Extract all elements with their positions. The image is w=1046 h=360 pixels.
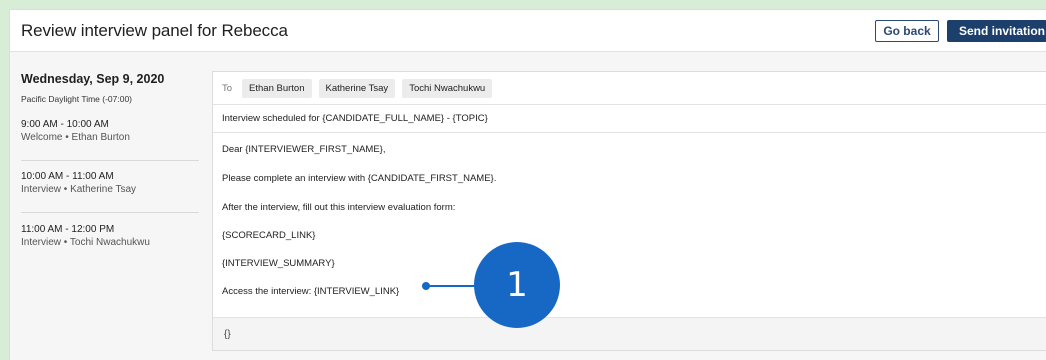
schedule-slot-interview-tochi[interactable]: 11:00 AM - 12:00 PM Interview • Tochi Nw… — [21, 224, 199, 266]
go-back-button[interactable]: Go back — [875, 20, 939, 42]
recipient-chip[interactable]: Tochi Nwachukwu — [402, 78, 493, 98]
header-bar: Review interview panel for Rebecca Go ba… — [10, 10, 1046, 52]
send-invitation-button[interactable]: Send invitation — [947, 20, 1046, 42]
slot-description: Welcome • Ethan Burton — [21, 132, 130, 143]
slot-time: 11:00 AM - 12:00 PM — [21, 224, 115, 235]
callout-badge: 1 — [474, 242, 560, 328]
schedule-date: Wednesday, Sep 9, 2020 — [21, 72, 165, 86]
email-body-line[interactable]: {INTERVIEW_SUMMARY} — [222, 258, 335, 269]
slot-description: Interview • Katherine Tsay — [21, 184, 137, 195]
callout-connector-line — [428, 285, 478, 287]
recipient-chip[interactable]: Katherine Tsay — [318, 78, 396, 98]
schedule-slot-welcome[interactable]: 9:00 AM - 10:00 AM Welcome • Ethan Burto… — [21, 119, 199, 161]
recipients-row[interactable]: To Ethan Burton Katherine Tsay Tochi Nwa… — [213, 72, 1046, 105]
recipient-chip[interactable]: Ethan Burton — [242, 78, 312, 98]
slot-description: Interview • Tochi Nwachukwu — [21, 237, 150, 248]
schedule-slot-interview-katherine[interactable]: 10:00 AM - 11:00 AM Interview • Katherin… — [21, 171, 199, 213]
to-label: To — [222, 82, 233, 94]
email-body-line[interactable]: After the interview, fill out this inter… — [222, 202, 455, 213]
slot-time: 10:00 AM - 11:00 AM — [21, 171, 114, 182]
email-body-line[interactable]: Dear {INTERVIEWER_FIRST_NAME}, — [222, 144, 385, 155]
variables-toolbar: {} — [213, 317, 1046, 350]
email-body-line[interactable]: {SCORECARD_LINK} — [222, 230, 315, 241]
email-body-line[interactable]: Please complete an interview with {CANDI… — [222, 173, 496, 184]
email-editor: To Ethan Burton Katherine Tsay Tochi Nwa… — [212, 71, 1046, 351]
page-title: Review interview panel for Rebecca — [21, 21, 288, 40]
slot-time: 9:00 AM - 10:00 AM — [21, 119, 109, 130]
schedule-sidebar: Wednesday, Sep 9, 2020 Pacific Daylight … — [10, 53, 206, 360]
insert-variable-button[interactable]: {} — [224, 329, 231, 340]
email-body-line[interactable]: Access the interview: {INTERVIEW_LINK} — [222, 286, 399, 297]
timezone-label: Pacific Daylight Time (-07:00) — [21, 94, 133, 104]
subject-field[interactable]: Interview scheduled for {CANDIDATE_FULL_… — [213, 105, 1046, 133]
